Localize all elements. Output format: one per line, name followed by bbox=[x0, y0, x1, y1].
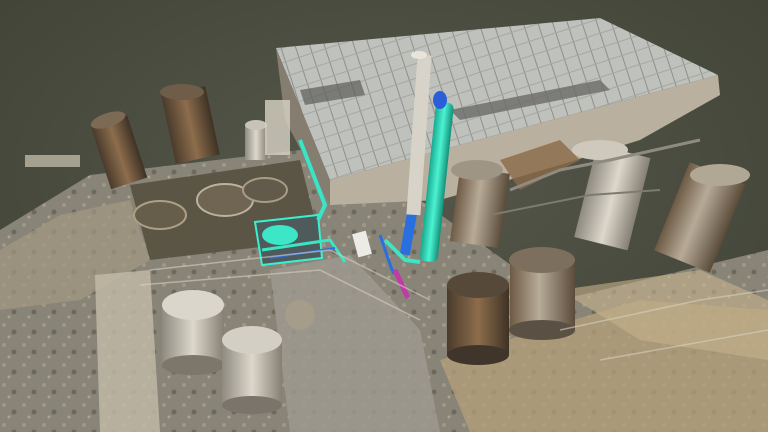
point-cloud-scene bbox=[0, 0, 768, 432]
